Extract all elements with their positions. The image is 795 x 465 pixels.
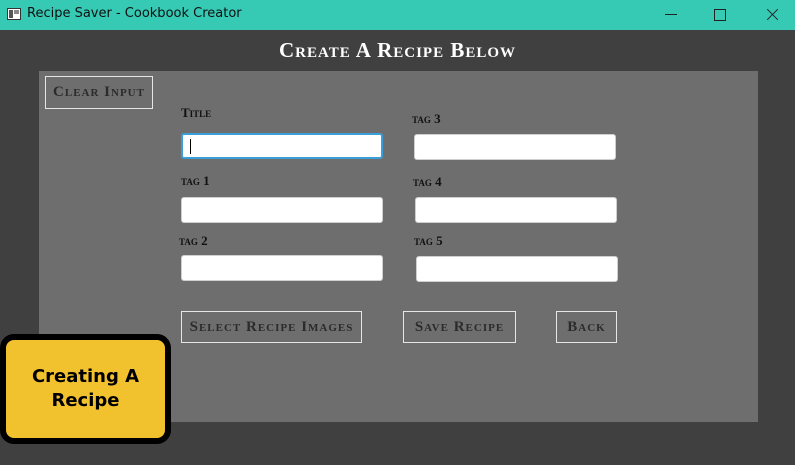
tag1-input[interactable]	[181, 197, 383, 223]
tag1-label: tag 1	[181, 173, 210, 188]
tag5-label: tag 5	[414, 233, 443, 248]
back-button[interactable]: Back	[556, 311, 617, 343]
select-recipe-images-button[interactable]: Select Recipe Images	[181, 311, 362, 343]
window-title: Recipe Saver - Cookbook Creator	[27, 6, 242, 21]
title-bar[interactable]: Recipe Saver - Cookbook Creator	[0, 0, 795, 30]
app-icon	[7, 8, 21, 20]
tag4-label: tag 4	[413, 174, 442, 189]
close-button[interactable]	[749, 0, 795, 30]
minimize-button[interactable]	[648, 0, 694, 30]
tag2-label: tag 2	[179, 233, 208, 248]
tag5-input[interactable]	[416, 256, 618, 282]
maximize-button[interactable]	[697, 0, 743, 30]
save-recipe-button[interactable]: Save Recipe	[403, 311, 516, 343]
page-heading: Create A Recipe Below	[278, 38, 517, 62]
title-label: Title	[181, 105, 212, 120]
tag3-label: tag 3	[412, 111, 441, 126]
tag2-input[interactable]	[181, 255, 383, 281]
tag4-input[interactable]	[415, 197, 617, 223]
clear-input-button[interactable]: Clear Input	[45, 76, 153, 109]
status-badge-text: Creating A Recipe	[31, 366, 140, 411]
status-badge: Creating A Recipe	[0, 334, 171, 444]
title-input[interactable]	[181, 133, 383, 159]
tag3-input[interactable]	[414, 134, 616, 160]
